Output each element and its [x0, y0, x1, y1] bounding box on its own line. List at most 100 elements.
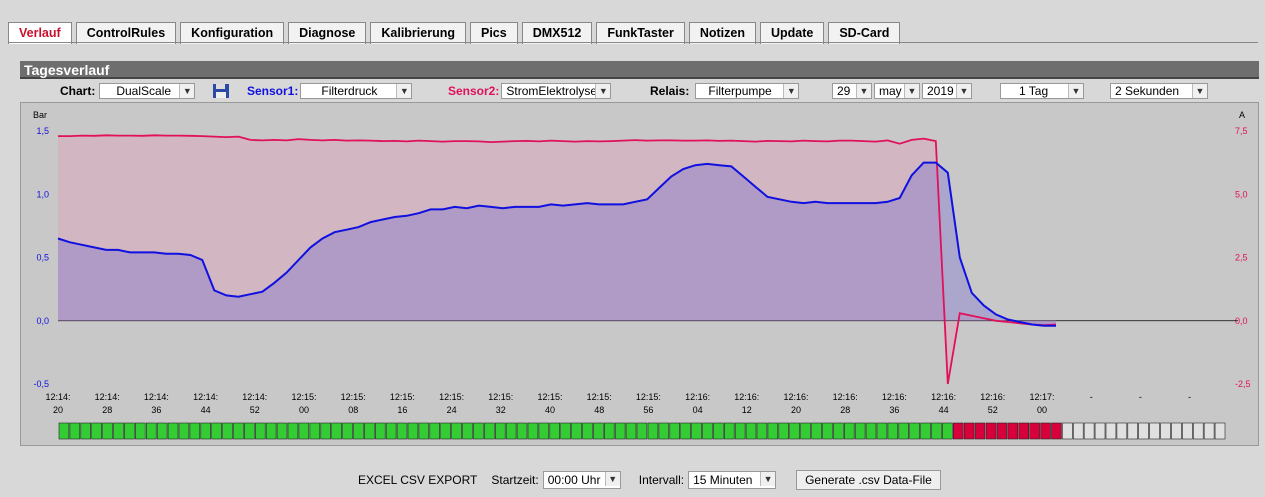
range-select[interactable]: 1 Tag ▼ — [1000, 83, 1084, 99]
relais-cell — [80, 422, 91, 440]
sensor1-value: Filterdruck — [321, 84, 378, 98]
relais-cell — [287, 422, 299, 440]
relais-cell — [102, 422, 113, 440]
relais-cell — [822, 422, 833, 440]
x-tick-label: 20 — [53, 405, 63, 415]
tab-pics[interactable]: Pics — [470, 22, 518, 44]
x-tick-label: 12:15: — [587, 392, 612, 402]
tab-verlauf[interactable]: Verlauf — [8, 22, 72, 44]
relais-cell — [963, 422, 975, 440]
interval-control: 2 Sekunden ▼ — [1110, 82, 1208, 100]
right-tick-label: 2,5 — [1235, 253, 1248, 263]
x-tick-label: 12:17: — [1029, 392, 1054, 402]
interval-select[interactable]: 2 Sekunden ▼ — [1110, 83, 1208, 99]
relais-cell — [636, 422, 648, 440]
chevron-down-icon: ▼ — [904, 84, 919, 98]
relais-cell — [462, 422, 473, 440]
tab-diagnose[interactable]: Diagnose — [288, 22, 367, 44]
relais-cell — [113, 422, 124, 440]
relais-cell — [1094, 422, 1106, 440]
relais-cell — [1105, 422, 1117, 440]
relais-cell — [811, 422, 822, 440]
relais-cell — [255, 422, 266, 440]
chart-area: Bar A -0,5 0,0 0,5 1,0 1,5 -2,5 0,0 2,5 5,0 7,5 12:1… — [20, 102, 1259, 446]
left-tick-label: -0,5 — [33, 379, 49, 389]
x-tick-label: 00 — [299, 405, 309, 415]
month-select[interactable]: may ▼ — [874, 83, 920, 99]
tab-controlrules[interactable]: ControlRules — [75, 22, 177, 44]
relais-cell — [396, 422, 408, 440]
relais-cell — [494, 422, 506, 440]
relais-cell — [909, 422, 920, 440]
relais-cell — [200, 422, 212, 440]
relais-cell — [244, 422, 255, 440]
relais-cell — [734, 422, 746, 440]
chevron-down-icon: ▼ — [856, 84, 871, 98]
x-tick-label: 44 — [201, 405, 211, 415]
x-tick-label: 40 — [545, 405, 555, 415]
chart-type-select[interactable]: DualScale ▼ — [99, 83, 196, 99]
day-select[interactable]: 29 ▼ — [832, 83, 872, 99]
x-tick-label: 12 — [742, 405, 752, 415]
relais-cell — [320, 422, 331, 440]
tab-kalibrierung[interactable]: Kalibrierung — [370, 22, 466, 44]
relais-cell — [124, 422, 135, 440]
intervall-value: 15 Minuten — [693, 473, 753, 487]
generate-csv-button[interactable]: Generate .csv Data-File — [796, 470, 941, 490]
relais-cell — [473, 422, 484, 440]
save-control[interactable] — [212, 82, 230, 100]
x-tick-label: 12:15: — [341, 392, 366, 402]
tab-konfiguration[interactable]: Konfiguration — [180, 22, 285, 44]
relais-cell — [69, 422, 81, 440]
sensor2-select[interactable]: StromElektrolyse ▼ — [501, 83, 612, 99]
tab-funktaster[interactable]: FunkTaster — [596, 22, 685, 44]
relais-cell — [1073, 422, 1084, 440]
relais-cell — [1018, 422, 1029, 440]
intervall-select[interactable]: 15 Minuten ▼ — [688, 471, 777, 489]
relais-cell — [931, 422, 942, 440]
relais-cell — [1083, 422, 1095, 440]
startzeit-value: 00:00 Uhr — [547, 473, 601, 487]
month-value: may — [879, 84, 902, 98]
year-select[interactable]: 2019 ▼ — [922, 83, 972, 99]
relais-cell — [374, 422, 386, 440]
relais-cell — [505, 422, 517, 440]
relais-cell — [942, 422, 953, 440]
relais-cell — [723, 422, 735, 440]
x-tick-label: 36 — [889, 405, 899, 415]
relais-cell — [756, 422, 768, 440]
tab-notizen[interactable]: Notizen — [688, 22, 756, 44]
chart-label: Chart: — [60, 84, 96, 98]
tab-update[interactable]: Update — [759, 22, 825, 44]
relais-cell — [353, 422, 364, 440]
floppy-disk-icon[interactable] — [212, 83, 230, 99]
chart-control: Chart: DualScale ▼ — [60, 82, 196, 100]
relais-cell — [167, 422, 179, 440]
year-value: 2019 — [927, 84, 954, 98]
relais-cell — [189, 422, 201, 440]
relais-cell — [571, 422, 582, 440]
relais-cell — [593, 422, 604, 440]
relais-cell — [298, 422, 310, 440]
relais-cell — [385, 422, 397, 440]
relais-cell — [527, 422, 539, 440]
relais-cell — [429, 422, 440, 440]
relais-cell — [920, 422, 931, 440]
x-tick-label: 12:14: — [144, 392, 169, 402]
relais-cell — [1116, 422, 1128, 440]
x-tick-label: 12:16: — [931, 392, 956, 402]
chevron-down-icon: ▼ — [956, 84, 971, 98]
tab-sd-card[interactable]: SD-Card — [828, 22, 901, 44]
tab-dmx512[interactable]: DMX512 — [521, 22, 593, 44]
relais-cell — [1040, 422, 1051, 440]
relais-cell — [865, 422, 877, 440]
relais-select[interactable]: Filterpumpe ▼ — [695, 83, 800, 99]
sensor1-label: Sensor1: — [247, 84, 299, 98]
sensor1-select[interactable]: Filterdruck ▼ — [300, 83, 413, 99]
x-tick-label: 00 — [1037, 405, 1047, 415]
relais-cell — [407, 422, 419, 440]
startzeit-select[interactable]: 00:00 Uhr ▼ — [542, 471, 621, 489]
relais-cell — [582, 422, 593, 440]
relais-cell — [789, 422, 800, 440]
relais-cell — [1203, 422, 1215, 440]
